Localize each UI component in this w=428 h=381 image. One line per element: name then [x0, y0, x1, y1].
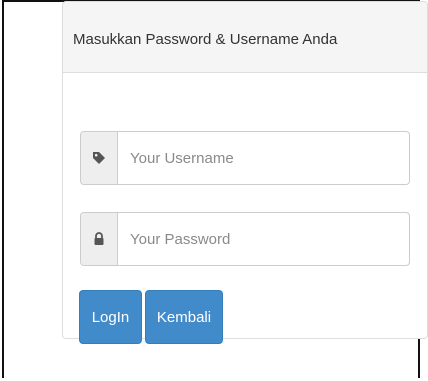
panel-heading: Masukkan Password & Username Anda — [63, 2, 427, 73]
tag-icon — [81, 132, 118, 184]
username-input[interactable] — [118, 132, 408, 184]
password-input[interactable] — [118, 213, 408, 265]
login-button[interactable]: LogIn — [79, 290, 142, 344]
username-input-group — [80, 131, 410, 185]
lock-icon — [81, 213, 118, 265]
panel-title: Masukkan Password & Username Anda — [73, 31, 338, 48]
password-input-group — [80, 212, 410, 266]
back-button[interactable]: Kembali — [145, 290, 223, 344]
login-panel: Masukkan Password & Username Anda LogIn … — [62, 1, 428, 344]
